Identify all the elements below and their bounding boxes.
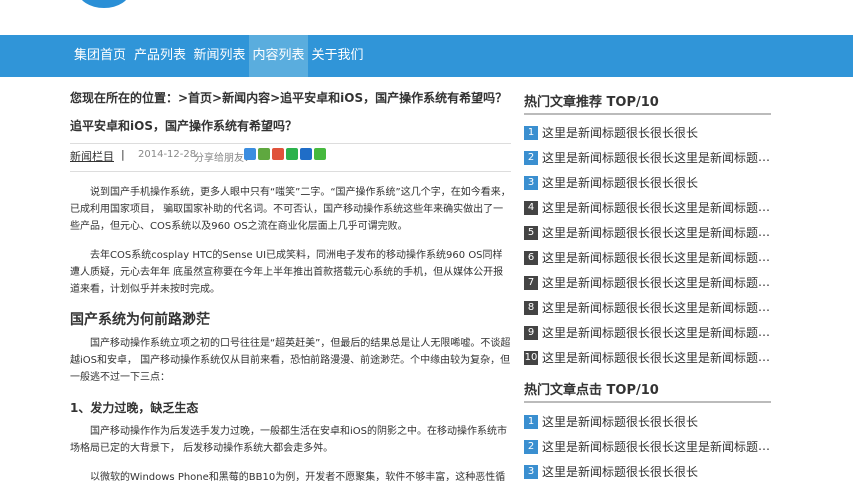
main-nav: 集团首页 产品列表 新闻列表 内容列表 关于我们 bbox=[0, 35, 853, 77]
hot-recommend-item[interactable]: 10 这里是新闻标题很长很长这里是新闻标题很长很长 bbox=[524, 349, 771, 369]
hot-recommend-title: 热门文章推荐 TOP/10 bbox=[524, 95, 659, 110]
hot-click-item[interactable]: 1 这里是新闻标题很长很长很长 bbox=[524, 413, 771, 433]
hot-item-title: 这里是新闻标题很长很长这里是新闻标题很长很长 bbox=[542, 226, 771, 240]
article-main: 您现在所在的位置：>首页>新闻内容>追平安卓和iOS，国产操作系统有希望吗？ 追… bbox=[70, 77, 511, 484]
article-title: 追平安卓和iOS，国产操作系统有希望吗？ bbox=[70, 119, 297, 133]
divider bbox=[524, 401, 771, 403]
rank-badge: 5 bbox=[524, 225, 538, 240]
article-paragraph: 国产移动操作作为后发选手发力过晚，一般都生活在安卓和iOS的阴影之中。在移动操作… bbox=[70, 426, 507, 454]
nav-item-content[interactable]: 内容列表 bbox=[249, 35, 308, 77]
share-icons bbox=[244, 148, 328, 162]
rank-badge: 3 bbox=[524, 175, 538, 190]
hot-item-title: 这里是新闻标题很长很长这里是新闻标题很长很长 bbox=[542, 301, 771, 315]
sidebar: 热门文章推荐 TOP/10 1 这里是新闻标题很长很长很长 2 这里是新闻标题很长很… bbox=[524, 77, 774, 484]
hot-item-title: 这里是新闻标题很长很长很长 bbox=[542, 465, 699, 479]
nav-item-news[interactable]: 新闻列表 bbox=[190, 35, 249, 77]
nav-item-products[interactable]: 产品列表 bbox=[130, 35, 190, 77]
nav-item-home[interactable]: 集团首页 bbox=[70, 35, 130, 77]
publish-date: 2014-12-28 bbox=[138, 149, 197, 160]
article-paragraph: 国产移动操作系统立项之初的口号往往是“超英赶美”，但最后的结果总是让人无限唏嘘。… bbox=[70, 338, 511, 383]
rank-badge: 2 bbox=[524, 150, 538, 165]
logo[interactable] bbox=[78, 0, 130, 8]
rank-badge: 4 bbox=[524, 200, 538, 215]
breadcrumb: 您现在所在的位置：>首页>新闻内容>追平安卓和iOS，国产操作系统有希望吗？ bbox=[70, 91, 508, 105]
divider bbox=[70, 171, 511, 172]
hot-item-title: 这里是新闻标题很长很长很长 bbox=[542, 176, 699, 190]
hot-recommend-item[interactable]: 2 这里是新闻标题很长很长这里是新闻标题很长很长 bbox=[524, 149, 771, 169]
rank-badge: 1 bbox=[524, 414, 538, 429]
hot-recommend-item[interactable]: 5 这里是新闻标题很长很长这里是新闻标题很长很长 bbox=[524, 224, 771, 244]
hot-item-title: 这里是新闻标题很长很长这里是新闻标题很长很长 bbox=[542, 440, 771, 454]
sina-weibo-icon[interactable] bbox=[272, 148, 284, 160]
wechat-friends-icon[interactable] bbox=[286, 148, 298, 160]
section-heading: 国产系统为何前路渺茫 bbox=[70, 312, 210, 328]
hot-item-title: 这里是新闻标题很长很长很长 bbox=[542, 126, 699, 140]
rank-badge: 6 bbox=[524, 250, 538, 265]
rank-badge: 1 bbox=[524, 125, 538, 140]
rank-badge: 2 bbox=[524, 439, 538, 454]
hot-click-item[interactable]: 3 这里是新闻标题很长很长很长 bbox=[524, 463, 771, 483]
nav-item-about[interactable]: 关于我们 bbox=[308, 35, 367, 77]
hot-recommend-item[interactable]: 3 这里是新闻标题很长很长很长 bbox=[524, 174, 771, 194]
hot-item-title: 这里是新闻标题很长很长这里是新闻标题很长很长 bbox=[542, 351, 771, 365]
rank-badge: 7 bbox=[524, 275, 538, 290]
rank-badge: 8 bbox=[524, 300, 538, 315]
hot-recommend-item[interactable]: 1 这里是新闻标题很长很长很长 bbox=[524, 124, 771, 144]
wechat-icon[interactable] bbox=[314, 148, 326, 160]
category-link[interactable]: 新闻栏目 bbox=[70, 148, 114, 164]
meta-separator: | bbox=[121, 148, 125, 161]
hot-item-title: 这里是新闻标题很长很长这里是新闻标题很长很长 bbox=[542, 276, 771, 290]
hot-recommend-item[interactable]: 8 这里是新闻标题很长很长这里是新闻标题很长很长 bbox=[524, 299, 771, 319]
article-meta: 新闻栏目 | 2014-12-28 分享给朋友： bbox=[70, 148, 511, 166]
hot-recommend-item[interactable]: 9 这里是新闻标题很长很长这里是新闻标题很长很长 bbox=[524, 324, 771, 344]
hot-clicks-title: 热门文章点击 TOP/10 bbox=[524, 383, 659, 398]
divider bbox=[70, 143, 511, 144]
qzone-icon[interactable] bbox=[244, 148, 256, 160]
tagline bbox=[152, 0, 424, 10]
article-paragraph: 去年COS系统cosplay HTC的Sense UI已成笑料，同洲电子发布的移… bbox=[70, 250, 504, 295]
article-paragraph: 以微软的Windows Phone和黑莓的BB10为例，开发者不愿聚集，软件不够… bbox=[90, 472, 506, 483]
hot-item-title: 这里是新闻标题很长很长很长 bbox=[542, 415, 699, 429]
hot-click-item[interactable]: 2 这里是新闻标题很长很长这里是新闻标题很长很长 bbox=[524, 438, 771, 458]
tencent-weibo-icon[interactable] bbox=[258, 148, 270, 160]
article-paragraph: 说到国产手机操作系统，更多人眼中只有“嗤笑”二字。“国产操作系统”这几个字，在如… bbox=[70, 187, 511, 232]
rank-badge: 10 bbox=[524, 350, 538, 365]
hot-recommend-item[interactable]: 4 这里是新闻标题很长很长这里是新闻标题很长很长 bbox=[524, 199, 771, 219]
header-bar bbox=[0, 0, 853, 35]
divider bbox=[524, 113, 771, 115]
rank-badge: 9 bbox=[524, 325, 538, 340]
hot-item-title: 这里是新闻标题很长很长这里是新闻标题很长很长 bbox=[542, 201, 771, 215]
hot-item-title: 这里是新闻标题很长很长这里是新闻标题很长很长 bbox=[542, 151, 771, 165]
hot-item-title: 这里是新闻标题很长很长这里是新闻标题很长很长 bbox=[542, 251, 771, 265]
hot-item-title: 这里是新闻标题很长很长这里是新闻标题很长很长 bbox=[542, 326, 771, 340]
hot-recommend-item[interactable]: 7 这里是新闻标题很长很长这里是新闻标题很长很长 bbox=[524, 274, 771, 294]
renren-icon[interactable] bbox=[300, 148, 312, 160]
subsection-heading: 1、发力过晚，缺乏生态 bbox=[70, 401, 199, 415]
hot-recommend-item[interactable]: 6 这里是新闻标题很长很长这里是新闻标题很长很长 bbox=[524, 249, 771, 269]
rank-badge: 3 bbox=[524, 464, 538, 479]
